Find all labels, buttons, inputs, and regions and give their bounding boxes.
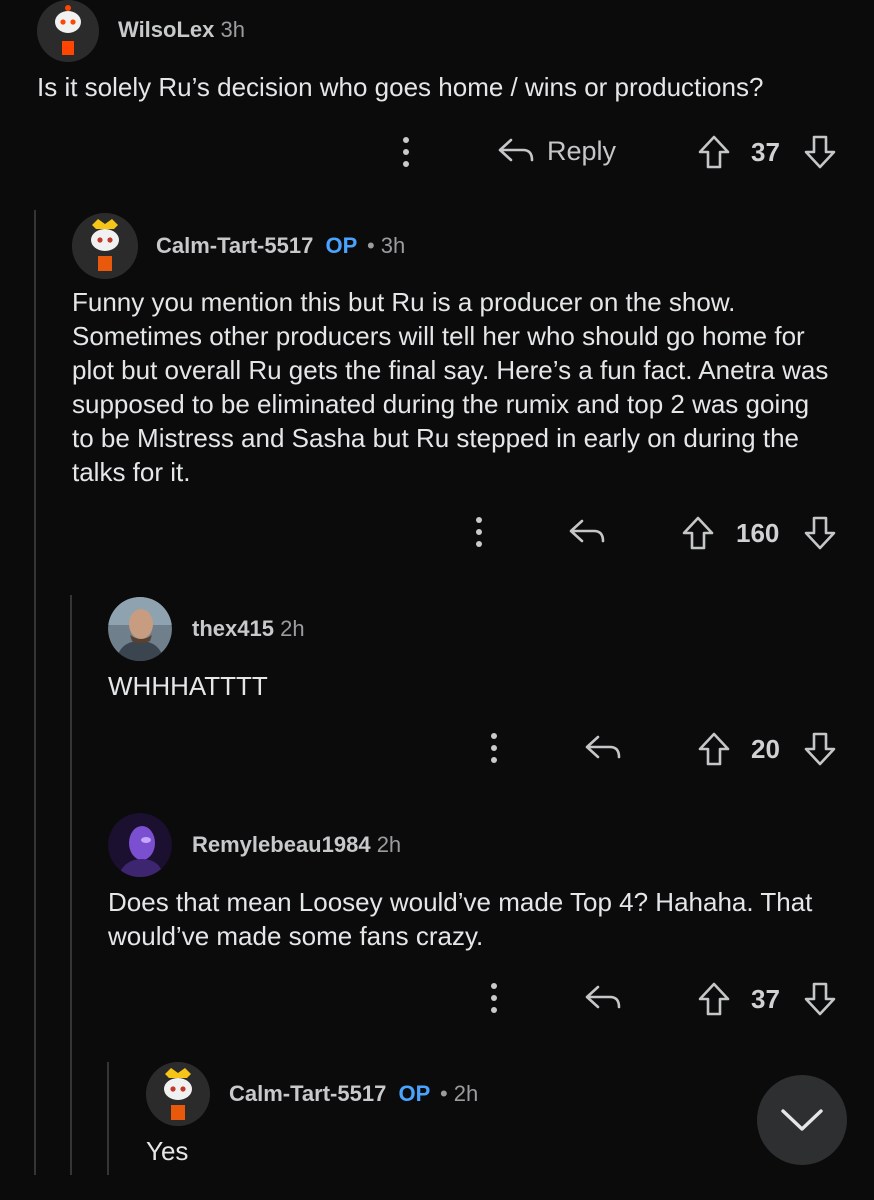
avatar[interactable] [37, 0, 99, 62]
comment-header: WilsoLex 3h [118, 17, 245, 43]
downvote-icon [804, 982, 836, 1016]
vote-count: 37 [751, 137, 780, 167]
reply-label: Reply [547, 135, 617, 166]
username[interactable]: Calm-Tart-5517 [229, 1081, 386, 1106]
timestamp: 3h [220, 17, 245, 42]
snoo-avatar-icon [72, 213, 138, 279]
chevron-down-icon [781, 1109, 823, 1131]
timestamp: 2h [376, 832, 402, 857]
avatar[interactable] [108, 813, 172, 877]
comment-header: thex415 2h [192, 616, 305, 642]
comment-body: Does that mean Loosey would’ve made Top … [108, 887, 813, 951]
comment-body: Funny you mention this but Ru is a produ… [72, 287, 829, 487]
upvote-button[interactable] [697, 981, 731, 1017]
reply-icon [569, 519, 605, 543]
avatar[interactable] [72, 213, 138, 279]
comment-header: Remylebeau1984 2h [192, 832, 401, 858]
reply-button[interactable] [584, 982, 622, 1014]
separator: • [439, 1081, 448, 1106]
upvote-icon [682, 516, 714, 550]
comment-header: Calm-Tart-5517 OP • 3h [156, 233, 405, 259]
thread-line [34, 210, 36, 1175]
op-badge: OP [325, 233, 357, 258]
username[interactable]: Remylebeau1984 [192, 832, 371, 857]
more-dots-icon [474, 517, 484, 547]
downvote-icon [804, 732, 836, 766]
more-options-button[interactable] [489, 733, 499, 763]
upvote-icon [698, 135, 730, 169]
downvote-icon [804, 135, 836, 169]
upvote-button[interactable] [681, 515, 715, 551]
op-badge: OP [398, 1081, 430, 1106]
comment-body: WHHHATTTT [108, 671, 268, 701]
downvote-button[interactable] [803, 981, 837, 1017]
timestamp: 2h [280, 616, 305, 641]
comment-body: Yes [146, 1136, 189, 1166]
timestamp: 3h [380, 233, 406, 258]
downvote-button[interactable] [803, 515, 837, 551]
more-options-button[interactable] [401, 137, 411, 167]
vote-count: 20 [751, 734, 780, 764]
reply-button[interactable] [568, 516, 606, 548]
upvote-icon [698, 732, 730, 766]
downvote-button[interactable] [803, 134, 837, 170]
thread-line [70, 595, 72, 1175]
more-options-button[interactable] [474, 517, 484, 547]
photo-avatar-icon [108, 813, 172, 877]
comment-body: Is it solely Ru’s decision who goes home… [37, 72, 764, 102]
vote-count: 37 [751, 984, 780, 1014]
avatar[interactable] [108, 597, 172, 661]
more-dots-icon [401, 137, 411, 167]
more-dots-icon [489, 733, 499, 763]
avatar[interactable] [146, 1062, 210, 1126]
more-dots-icon [489, 983, 499, 1013]
thread-line [107, 1062, 109, 1175]
more-options-button[interactable] [489, 983, 499, 1013]
reply-icon [585, 985, 621, 1009]
username[interactable]: Calm-Tart-5517 [156, 233, 313, 258]
reply-icon [585, 735, 621, 759]
snoo-avatar-icon [146, 1062, 210, 1126]
separator: • [366, 233, 375, 258]
reply-icon [498, 138, 534, 162]
downvote-button[interactable] [803, 731, 837, 767]
upvote-icon [698, 982, 730, 1016]
timestamp: 2h [453, 1081, 479, 1106]
reply-button[interactable]: Reply [497, 135, 616, 167]
reply-button[interactable] [584, 732, 622, 764]
upvote-button[interactable] [697, 134, 731, 170]
vote-count: 160 [736, 518, 780, 548]
username[interactable]: thex415 [192, 616, 274, 641]
comment-header: Calm-Tart-5517 OP • 2h [229, 1081, 478, 1107]
photo-avatar-icon [108, 597, 172, 661]
snoo-avatar-icon [37, 0, 99, 62]
scroll-down-button[interactable] [757, 1075, 847, 1165]
upvote-button[interactable] [697, 731, 731, 767]
username[interactable]: WilsoLex [118, 17, 214, 42]
downvote-icon [804, 516, 836, 550]
